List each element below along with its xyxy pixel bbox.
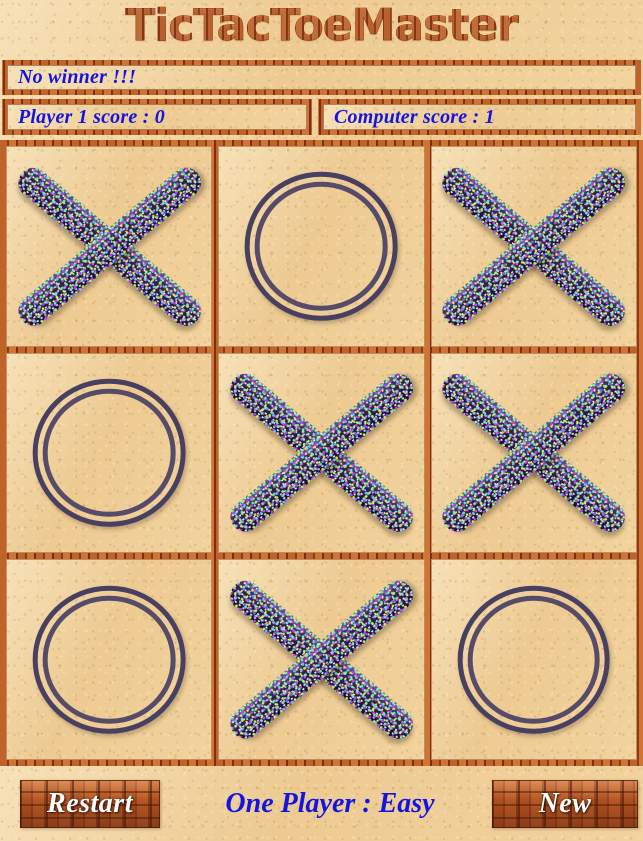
board-cell-1[interactable] <box>218 146 425 347</box>
status-badge: No winner !!! <box>18 66 137 88</box>
status-panel-inner: No winner !!! <box>7 65 636 90</box>
mark-x-icon <box>224 571 419 748</box>
bottom-toolbar: Restart One Player : Easy New <box>0 766 643 841</box>
game-window: TicTacToeMaster No winner !!! Player 1 s… <box>0 0 643 841</box>
restart-button[interactable]: Restart <box>20 780 160 828</box>
board-cell-5[interactable] <box>430 352 637 554</box>
player1-score-panel-inner: Player 1 score : 0 <box>7 104 307 130</box>
mark-x-icon <box>11 158 207 335</box>
game-board <box>0 140 643 766</box>
status-panel: No winner !!! <box>2 60 641 95</box>
board-cell-2[interactable] <box>430 146 637 347</box>
title-bar: TicTacToeMaster <box>0 0 643 58</box>
board-cell-0[interactable] <box>6 146 213 347</box>
mark-x-icon <box>436 365 632 542</box>
mark-o-icon <box>32 585 186 734</box>
board-cell-7[interactable] <box>218 559 425 760</box>
board-cell-3[interactable] <box>6 352 213 554</box>
mark-x-icon <box>224 365 419 542</box>
board-cell-6[interactable] <box>6 559 213 760</box>
computer-score-label: Computer score : 1 <box>334 105 495 128</box>
game-mode-selector[interactable]: One Player : Easy <box>170 780 490 828</box>
computer-score-panel-inner: Computer score : 1 <box>323 104 636 130</box>
player1-score-panel: Player 1 score : 0 <box>2 99 312 135</box>
game-board-grid <box>6 146 637 760</box>
board-cell-4[interactable] <box>218 352 425 554</box>
page-title: TicTacToeMaster <box>0 0 643 54</box>
mark-o-icon <box>457 585 611 734</box>
mark-o-icon <box>32 378 186 528</box>
mark-o-icon <box>245 172 398 321</box>
board-cell-8[interactable] <box>430 559 637 760</box>
mark-x-icon <box>436 158 632 335</box>
new-game-button[interactable]: New <box>492 780 638 828</box>
computer-score-panel: Computer score : 1 <box>318 99 641 135</box>
player1-score-label: Player 1 score : 0 <box>18 105 165 128</box>
